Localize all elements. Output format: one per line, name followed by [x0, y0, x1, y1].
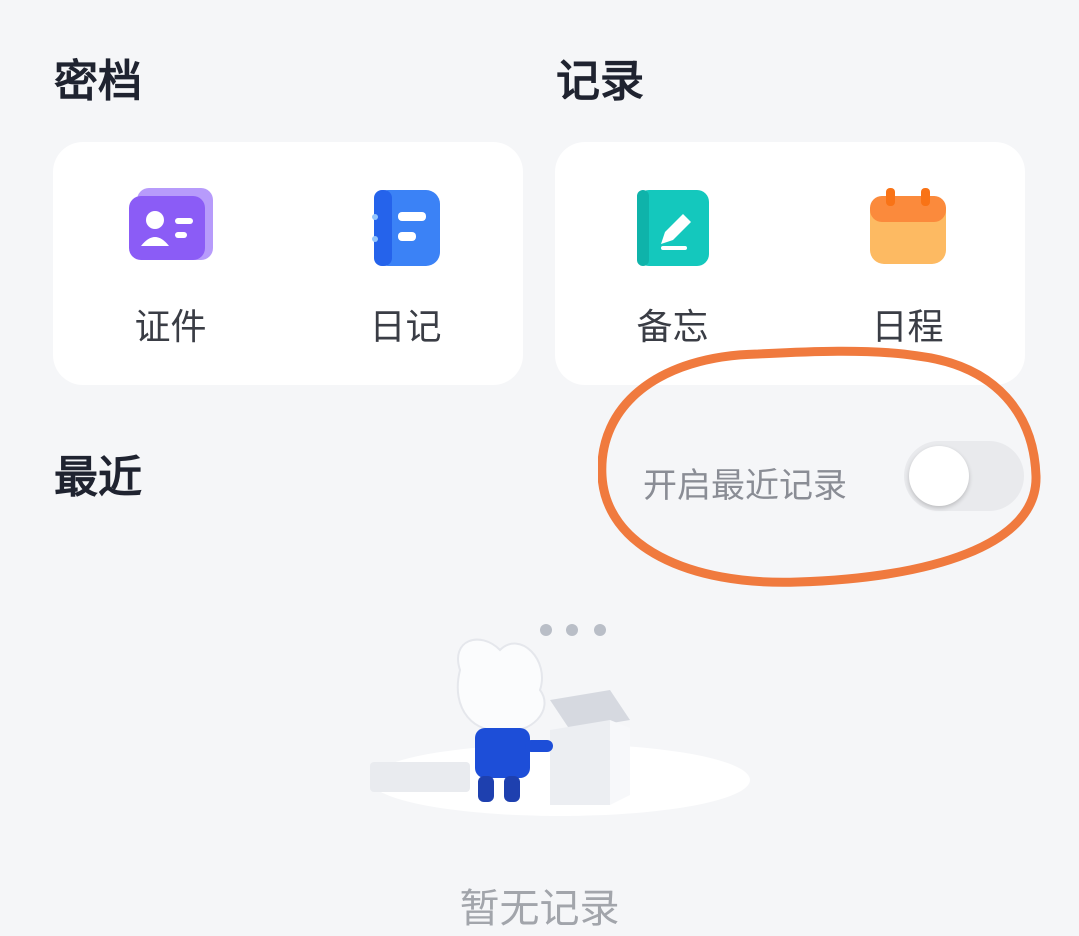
tile-calendar[interactable]: 日程	[808, 142, 1008, 350]
tile-memo[interactable]: 备忘	[573, 142, 773, 350]
tile-label: 日程	[871, 307, 944, 348]
id-card-icon	[128, 186, 213, 270]
diary-icon	[364, 186, 448, 270]
recent-records-toggle[interactable]	[904, 441, 1024, 511]
archive-section-title: 密档	[54, 56, 142, 107]
archive-card: 证件 日记	[53, 142, 523, 385]
empty-state-illustration	[370, 624, 750, 816]
tile-label: 备忘	[636, 307, 709, 348]
records-section-title: 记录	[556, 56, 644, 107]
calendar-icon	[866, 186, 950, 270]
toggle-knob	[909, 446, 969, 506]
tile-label: 日记	[369, 307, 442, 348]
recent-toggle-label: 开启最近记录	[643, 466, 847, 506]
memo-icon	[631, 186, 715, 270]
recent-section-title: 最近	[54, 452, 142, 503]
tile-label: 证件	[134, 307, 207, 348]
tile-diary[interactable]: 日记	[306, 142, 506, 350]
records-card: 备忘 日程	[555, 142, 1025, 385]
tile-id-card[interactable]: 证件	[71, 142, 271, 350]
empty-state-text: 暂无记录	[459, 886, 620, 932]
